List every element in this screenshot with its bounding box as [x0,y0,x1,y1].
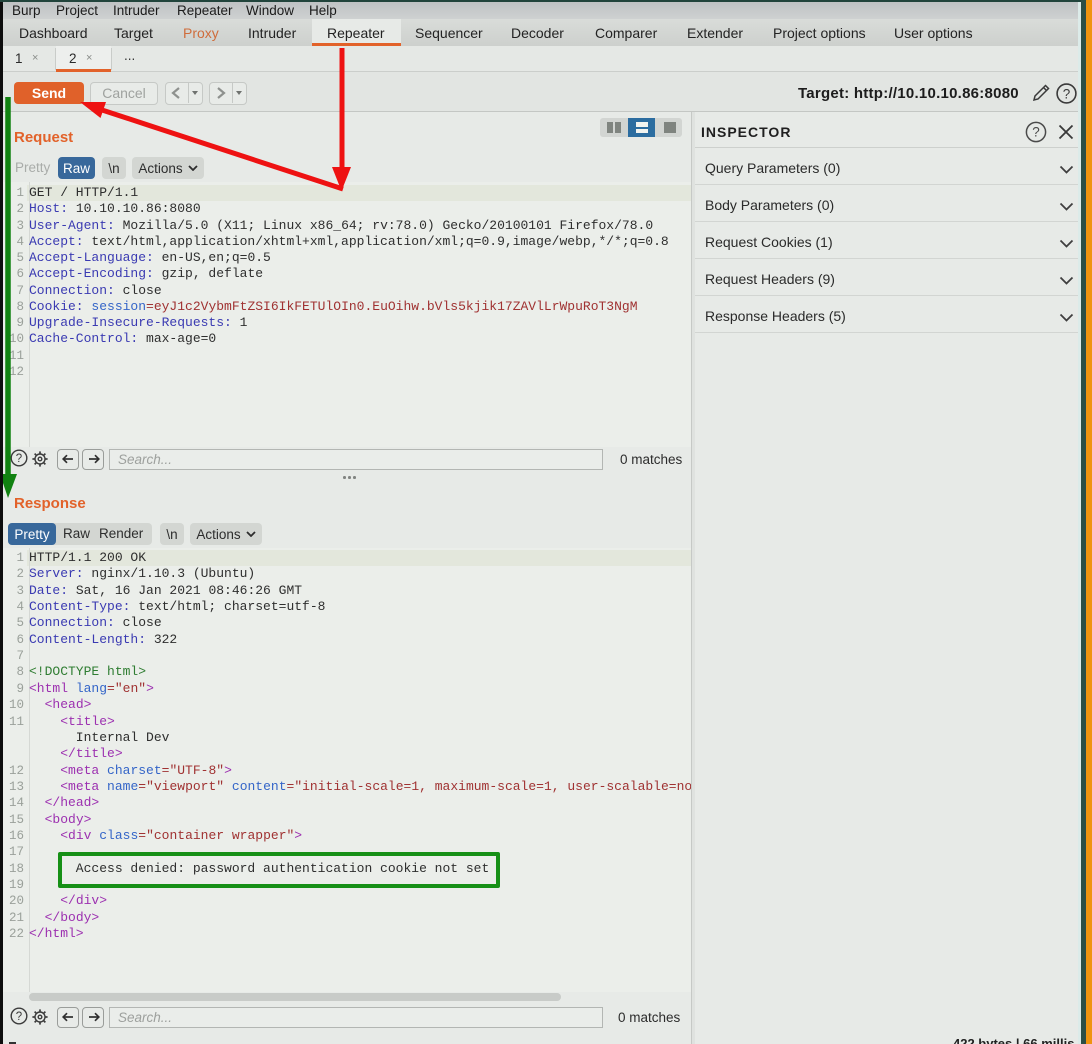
svg-text:?: ? [16,1011,22,1023]
svg-text:?: ? [1063,86,1071,101]
svg-text:?: ? [16,453,22,465]
svg-text:?: ? [1032,125,1040,140]
